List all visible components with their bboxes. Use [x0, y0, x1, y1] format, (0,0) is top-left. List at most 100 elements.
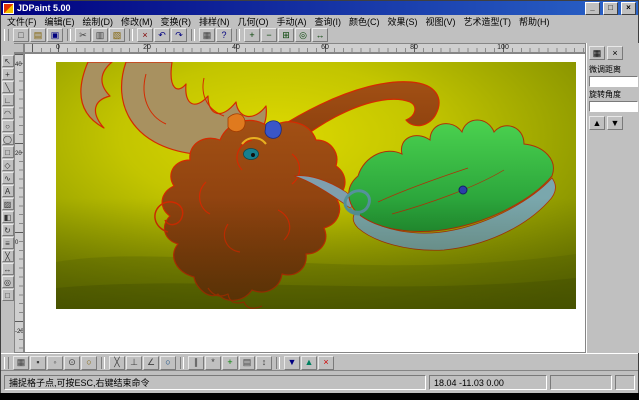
panel-down-button[interactable]: ▼ — [607, 116, 623, 130]
ruler-icon[interactable]: ↕ — [256, 356, 272, 370]
snap-angle-icon[interactable]: ∠ — [143, 356, 159, 370]
line-tool[interactable]: ╲ — [2, 81, 14, 93]
menu-color[interactable]: 颜色(C) — [345, 15, 384, 28]
new-icon[interactable]: □ — [13, 28, 29, 42]
horizontal-ruler: 020406080100 — [24, 43, 586, 53]
paste-icon[interactable]: ▧ — [109, 28, 125, 42]
circle-tool[interactable]: ○ — [2, 120, 14, 132]
panel-row-input[interactable] — [589, 76, 638, 87]
menu-edit[interactable]: 编辑(E) — [41, 15, 79, 28]
node-edit-tool[interactable]: + — [2, 68, 14, 80]
snap-perpendicular-icon[interactable]: ⊥ — [126, 356, 142, 370]
vruler-label: 40 — [15, 62, 22, 68]
cancel-icon[interactable]: × — [318, 356, 334, 370]
rect-tool[interactable]: □ — [2, 146, 14, 158]
snap-midpoint-icon[interactable]: ◦ — [47, 356, 63, 370]
menu-file[interactable]: 文件(F) — [3, 15, 41, 28]
zoom-window-icon[interactable]: ⊞ — [278, 28, 294, 42]
print-icon[interactable]: ▦ — [199, 28, 215, 42]
curve-tool[interactable]: ∿ — [2, 172, 14, 184]
panel-row-label: 微调距离 — [589, 64, 638, 75]
copy-icon[interactable]: ▥ — [92, 28, 108, 42]
snap-tangent-icon[interactable]: ○ — [160, 356, 176, 370]
hruler-label: 0 — [56, 44, 60, 51]
polyline-tool[interactable]: ∟ — [2, 94, 14, 106]
brush-icon[interactable]: ▲ — [301, 356, 317, 370]
menu-help[interactable]: 帮助(H) — [515, 15, 554, 28]
maximize-button[interactable]: □ — [603, 2, 618, 15]
grid-display-icon[interactable]: ▤ — [239, 356, 255, 370]
text-tool[interactable]: A — [2, 185, 14, 197]
menu-geometry[interactable]: 几何(O) — [234, 15, 273, 28]
rotate-tool[interactable]: ↻ — [2, 224, 14, 236]
menu-transform[interactable]: 变换(R) — [157, 15, 196, 28]
minimize-button[interactable]: _ — [585, 2, 600, 15]
panel-grid-button[interactable]: ▦ — [589, 46, 605, 60]
toolbar-separator — [191, 29, 195, 41]
redo-icon[interactable]: ↷ — [171, 28, 187, 42]
polygon-tool[interactable]: ◇ — [2, 159, 14, 171]
menu-art[interactable]: 艺术造型(T) — [460, 15, 516, 28]
bottom-toolbar: ▦▪◦⊙○╳⊥∠○∥*+▤↕▼▲× — [1, 353, 638, 371]
vruler-label: -20 — [15, 329, 24, 335]
app-window: JDPaint 5.00 _ □ × 文件(F)编辑(E)绘制(D)修改(M)变… — [0, 0, 639, 393]
title-bar[interactable]: JDPaint 5.00 _ □ × — [1, 1, 638, 15]
toolbar-separator — [101, 357, 105, 369]
snap-node-icon[interactable]: ○ — [81, 356, 97, 370]
save-icon[interactable]: ▣ — [47, 28, 63, 42]
hatch-tool[interactable]: ▨ — [2, 198, 14, 210]
cut-icon[interactable]: ✂ — [75, 28, 91, 42]
delete-icon[interactable]: × — [137, 28, 153, 42]
measure-tool[interactable]: ↔ — [2, 263, 14, 275]
status-bar: 捕捉格子点,可按ESC,右键结束命令 18.04 -11.03 0.00 — [1, 370, 638, 393]
menu-manual[interactable]: 手动(A) — [273, 15, 311, 28]
pan-icon[interactable]: ↔ — [312, 28, 328, 42]
offset-tool[interactable]: ≡ — [2, 237, 14, 249]
toolbar-handle[interactable] — [4, 357, 9, 369]
ortho-icon[interactable]: ∥ — [188, 356, 204, 370]
vruler-label: 20 — [15, 151, 22, 157]
arc-tool[interactable]: ◠ — [2, 107, 14, 119]
hruler-label: 60 — [321, 44, 329, 51]
panel-up-button[interactable]: ▲ — [589, 116, 605, 130]
pen-icon[interactable]: ▼ — [284, 356, 300, 370]
help-icon[interactable]: ? — [216, 28, 232, 42]
select-tool[interactable]: ↖ — [2, 55, 14, 67]
status-coordinates: 18.04 -11.03 0.00 — [429, 375, 547, 390]
panel-row-label: 旋转角度 — [589, 89, 638, 100]
zoom-out-icon[interactable]: − — [261, 28, 277, 42]
panel-close-button[interactable]: × — [607, 46, 623, 60]
snap-center-icon[interactable]: ⊙ — [64, 356, 80, 370]
menu-nesting[interactable]: 排样(N) — [195, 15, 234, 28]
mirror-tool[interactable]: ◧ — [2, 211, 14, 223]
toolbar-separator — [67, 29, 71, 41]
track-icon[interactable]: + — [222, 356, 238, 370]
menu-modify[interactable]: 修改(M) — [117, 15, 157, 28]
menu-draw[interactable]: 绘制(D) — [79, 15, 118, 28]
zoom-tool[interactable]: ◎ — [2, 276, 14, 288]
vertical-ruler: 40200-20 — [14, 53, 24, 353]
zoom-in-icon[interactable]: + — [244, 28, 260, 42]
panel-row-1: 旋转角度 — [589, 89, 638, 112]
eraser-tool[interactable]: □ — [2, 289, 14, 301]
artwork-shading — [56, 62, 576, 309]
ellipse-tool[interactable]: ◯ — [2, 133, 14, 145]
artwork-container — [56, 62, 576, 309]
polar-icon[interactable]: * — [205, 356, 221, 370]
zoom-all-icon[interactable]: ◎ — [295, 28, 311, 42]
menu-effect[interactable]: 效果(S) — [384, 15, 422, 28]
menu-view[interactable]: 视图(V) — [422, 15, 460, 28]
left-toolbar: ↖+╲∟◠○◯□◇∿A▨◧↻≡╳↔◎□ — [1, 43, 14, 353]
menu-query[interactable]: 查询(I) — [311, 15, 346, 28]
drawing-canvas[interactable] — [24, 53, 586, 353]
undo-icon[interactable]: ↶ — [154, 28, 170, 42]
snap-grid-icon[interactable]: ▦ — [13, 356, 29, 370]
close-button[interactable]: × — [621, 2, 636, 15]
panel-row-input[interactable] — [589, 101, 638, 112]
snap-endpoint-icon[interactable]: ▪ — [30, 356, 46, 370]
toolbar-handle[interactable] — [4, 29, 9, 41]
trim-tool[interactable]: ╳ — [2, 250, 14, 262]
snap-intersect-icon[interactable]: ╳ — [109, 356, 125, 370]
open-icon[interactable]: ▤ — [30, 28, 46, 42]
toolbar-separator — [180, 357, 184, 369]
